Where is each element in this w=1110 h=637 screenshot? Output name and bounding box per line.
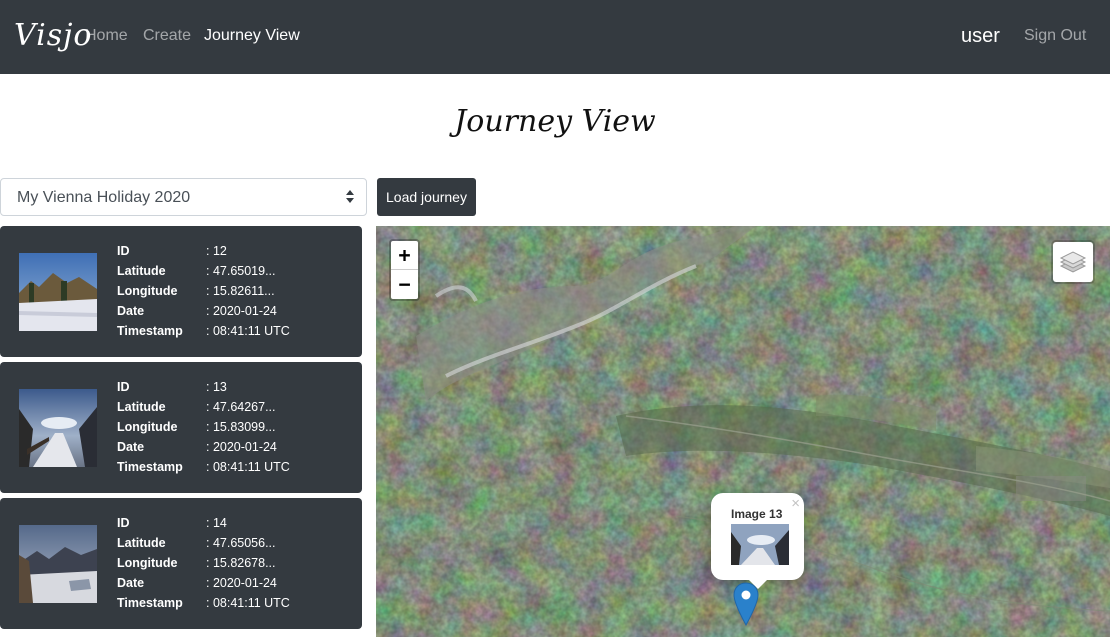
field-value-id: : 13 <box>206 380 227 394</box>
field-label-timestamp: Timestamp <box>117 596 183 610</box>
brand-logo[interactable]: Visjo <box>14 18 93 53</box>
popup-image[interactable] <box>731 524 789 565</box>
field-label-timestamp: Timestamp <box>117 324 183 338</box>
popup-title: Image 13 <box>731 507 783 521</box>
field-value-latitude: : 47.64267... <box>206 400 276 414</box>
field-label-date: Date <box>117 304 145 318</box>
field-value-longitude: : 15.82678... <box>206 556 276 570</box>
field-label-id: ID <box>117 380 130 394</box>
field-value-timestamp: : 08:41:11 UTC <box>206 324 290 338</box>
layers-icon <box>1059 251 1087 273</box>
load-journey-button[interactable]: Load journey <box>377 178 476 216</box>
field-value-longitude: : 15.83099... <box>206 420 276 434</box>
field-label-longitude: Longitude <box>117 420 178 434</box>
field-value-date: : 2020-01-24 <box>206 304 277 318</box>
map-marker-icon[interactable] <box>733 582 759 626</box>
field-label-id: ID <box>117 244 130 258</box>
zoom-out-button[interactable]: − <box>391 270 418 299</box>
field-value-latitude: : 47.65019... <box>206 264 276 278</box>
field-label-date: Date <box>117 576 145 590</box>
map-popup: Image 13 × <box>711 493 804 589</box>
zoom-in-button[interactable]: + <box>391 241 418 270</box>
popup-close-icon[interactable]: × <box>791 495 800 512</box>
field-label-latitude: Latitude <box>117 264 166 278</box>
layers-control[interactable] <box>1051 240 1095 284</box>
image-thumbnail[interactable] <box>19 253 97 331</box>
zoom-control: + − <box>389 239 420 301</box>
sign-out-link[interactable]: Sign Out <box>1024 27 1086 45</box>
navbar: Visjo Home Create Journey View user Sign… <box>0 0 1110 74</box>
image-card[interactable]: ID : 12 Latitude : 47.65019... Longitude : … <box>0 226 362 357</box>
field-label-date: Date <box>117 440 145 454</box>
image-card[interactable]: ID : 14 Latitude : 47.65056... Longitude : … <box>0 498 362 629</box>
image-thumbnail[interactable] <box>19 389 97 467</box>
field-value-date: : 2020-01-24 <box>206 440 277 454</box>
field-value-id: : 12 <box>206 244 227 258</box>
field-label-latitude: Latitude <box>117 536 166 550</box>
field-label-latitude: Latitude <box>117 400 166 414</box>
field-label-longitude: Longitude <box>117 284 178 298</box>
field-value-timestamp: : 08:41:11 UTC <box>206 596 290 610</box>
field-label-longitude: Longitude <box>117 556 178 570</box>
field-value-date: : 2020-01-24 <box>206 576 277 590</box>
page-title: Journey View <box>454 104 656 139</box>
satellite-map[interactable]: + − Image 13 × <box>376 226 1110 637</box>
field-value-timestamp: : 08:41:11 UTC <box>206 460 290 474</box>
field-label-timestamp: Timestamp <box>117 460 183 474</box>
select-caret-icon <box>346 190 354 203</box>
nav-create[interactable]: Create <box>143 27 191 45</box>
field-value-longitude: : 15.82611... <box>206 284 275 298</box>
image-thumbnail[interactable] <box>19 525 97 603</box>
field-value-id: : 14 <box>206 516 227 530</box>
journey-select-value: My Vienna Holiday 2020 <box>17 189 191 206</box>
field-label-id: ID <box>117 516 130 530</box>
nav-journey-view[interactable]: Journey View <box>204 27 300 45</box>
user-name[interactable]: user <box>961 25 1000 48</box>
field-value-latitude: : 47.65056... <box>206 536 276 550</box>
image-card[interactable]: ID : 13 Latitude : 47.64267... Longitude : … <box>0 362 362 493</box>
journey-select[interactable]: My Vienna Holiday 2020 <box>0 178 367 216</box>
nav-home[interactable]: Home <box>85 27 128 45</box>
